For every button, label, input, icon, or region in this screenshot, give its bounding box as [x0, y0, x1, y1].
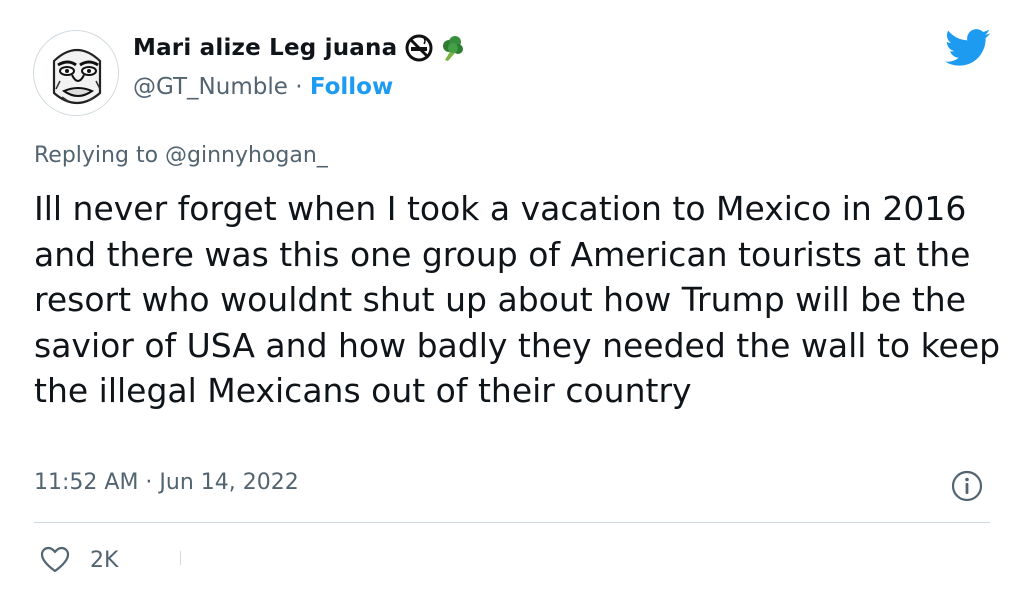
info-icon[interactable]	[950, 469, 984, 503]
heart-icon[interactable]	[38, 543, 72, 577]
author-name-row: Mari alize Leg juana	[133, 34, 465, 62]
follow-button[interactable]: Follow	[310, 74, 393, 100]
like-button[interactable]: 2K	[38, 543, 118, 577]
tweet-card: Mari alize Leg juana @GT_Numble · Follow	[0, 0, 1024, 600]
no-smoking-icon	[405, 34, 433, 62]
avatar[interactable]	[33, 30, 119, 116]
twitter-bird-icon[interactable]	[945, 28, 991, 68]
replying-to-mention[interactable]: @ginnyhogan_	[165, 143, 328, 168]
tweet-text: Ill never forget when I took a vacation …	[34, 189, 1001, 410]
broccoli-icon	[437, 34, 465, 62]
like-count: 2K	[90, 547, 119, 573]
divider	[34, 522, 990, 523]
action-divider	[180, 551, 181, 565]
replying-to: Replying to @ginnyhogan_	[34, 143, 328, 168]
tweet-timestamp[interactable]: 11:52 AM · Jun 14, 2022	[34, 470, 299, 495]
author-handle[interactable]: @GT_Numble	[133, 74, 288, 100]
handle-row: @GT_Numble · Follow	[133, 74, 393, 100]
display-name[interactable]: Mari alize Leg juana	[133, 35, 397, 61]
replying-prefix: Replying to	[34, 143, 166, 168]
handle-separator: ·	[287, 74, 310, 100]
